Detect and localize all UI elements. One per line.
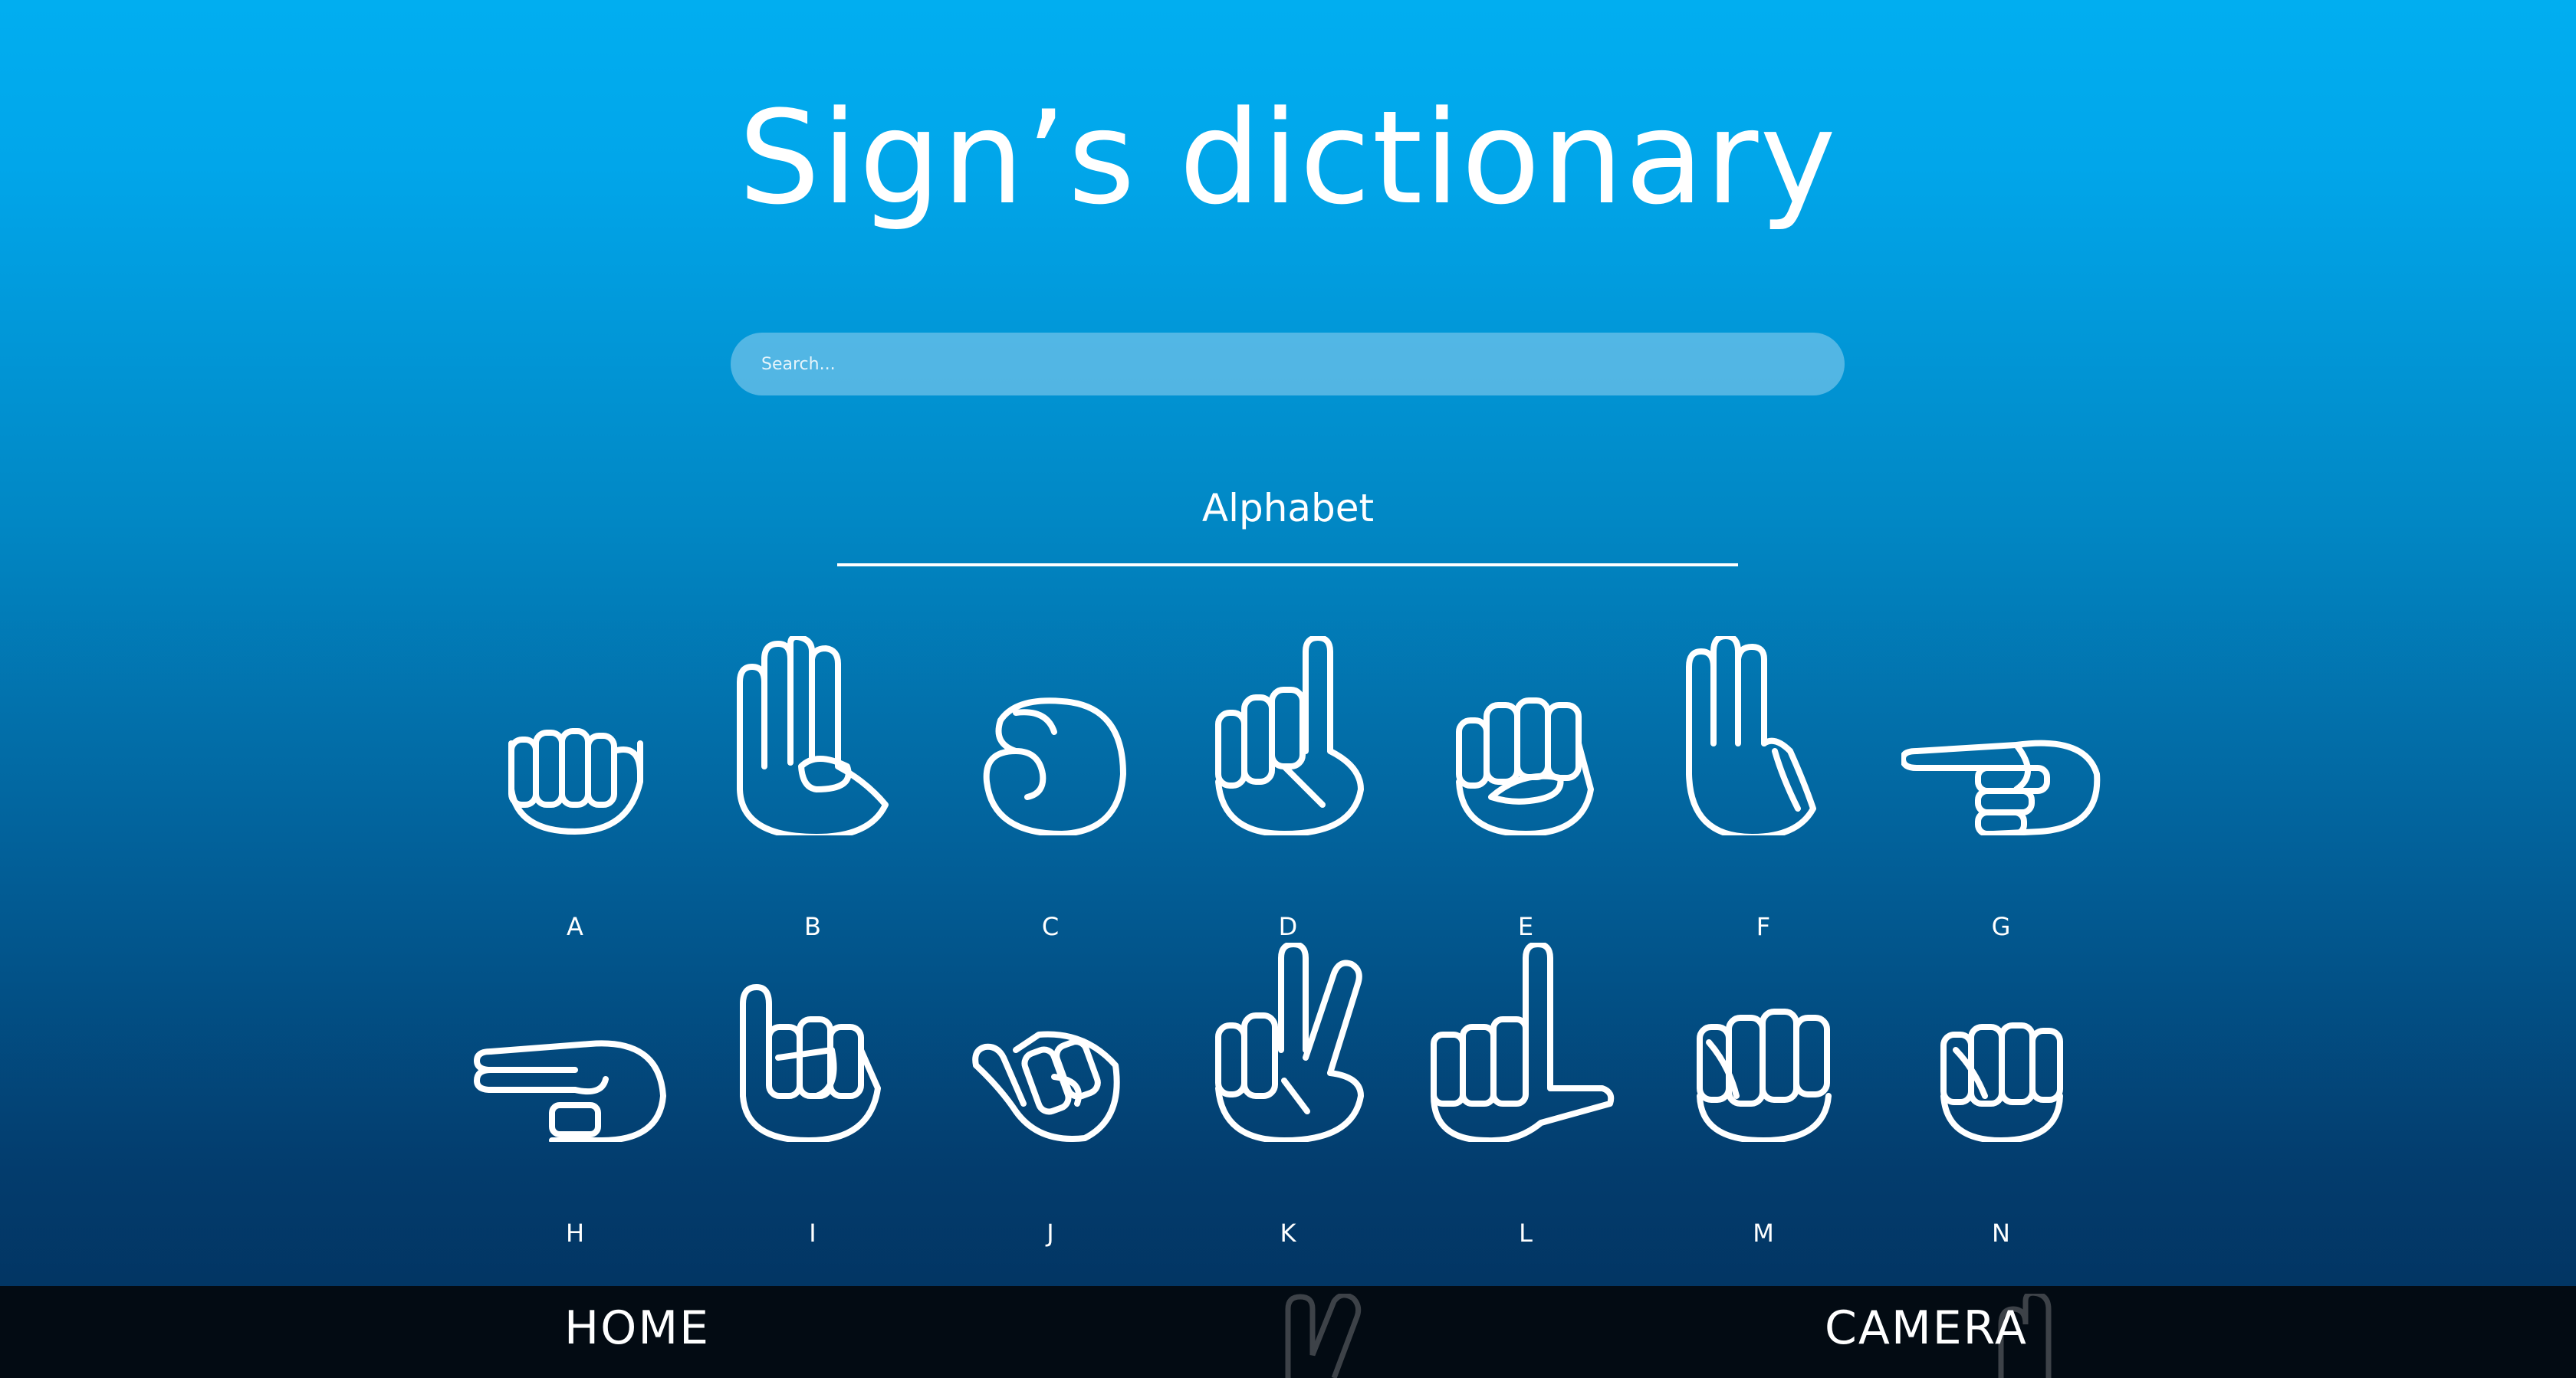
letter-label: D xyxy=(1278,912,1298,941)
letter-card-c[interactable]: C xyxy=(935,636,1165,941)
letter-card-l[interactable]: L xyxy=(1411,943,1641,1248)
letter-card-h[interactable]: H xyxy=(460,943,690,1248)
hand-sign-m-icon xyxy=(1697,1009,1832,1142)
letter-label: E xyxy=(1517,912,1534,941)
letter-card-m[interactable]: M xyxy=(1648,943,1878,1248)
hand-sign-h-icon xyxy=(474,1040,666,1142)
hand-sign-f-icon xyxy=(1686,636,1816,835)
hand-sign-k-icon xyxy=(1215,943,1364,1142)
letter-label: N xyxy=(1992,1219,2010,1248)
letter-label: J xyxy=(1046,1219,1054,1248)
letter-label: I xyxy=(809,1219,816,1248)
search-bar[interactable] xyxy=(731,333,1845,395)
alphabet-grid: A B C D E F G H I J K L M N xyxy=(460,636,2116,1248)
section-title: Alphabet xyxy=(1201,486,1375,530)
hand-sign-a-icon xyxy=(508,728,643,835)
letter-label: G xyxy=(1991,912,2011,941)
letter-card-n[interactable]: N xyxy=(1886,943,2116,1248)
letter-card-d[interactable]: D xyxy=(1173,636,1403,941)
nav-home[interactable]: HOME xyxy=(564,1301,710,1355)
alphabet-row: H I J K L M N xyxy=(460,943,2116,1248)
nav-camera[interactable]: CAMERA xyxy=(1825,1301,2028,1355)
hand-sign-c-icon xyxy=(983,697,1126,835)
hand-sign-g-icon xyxy=(1901,740,2101,835)
letter-card-a[interactable]: A xyxy=(460,636,690,941)
search-input[interactable] xyxy=(731,333,1845,395)
hand-sign-d-icon xyxy=(1215,636,1364,835)
letter-label: L xyxy=(1519,1219,1533,1248)
letter-label: C xyxy=(1041,912,1060,941)
letter-card-g[interactable]: G xyxy=(1886,636,2116,941)
letter-card-b[interactable]: B xyxy=(698,636,928,941)
letter-card-i[interactable]: I xyxy=(698,943,928,1248)
letter-label: B xyxy=(804,912,821,941)
letter-card-e[interactable]: E xyxy=(1411,636,1641,941)
letter-label: F xyxy=(1756,912,1771,941)
letter-card-j[interactable]: J xyxy=(935,943,1165,1248)
letter-card-k[interactable]: K xyxy=(1173,943,1403,1248)
hand-sign-j-icon xyxy=(972,1031,1120,1142)
hand-sign-i-icon xyxy=(740,984,881,1142)
hand-sign-e-icon xyxy=(1456,697,1594,835)
page-title: Sign’s dictionary xyxy=(738,83,1838,233)
letter-card-f[interactable]: F xyxy=(1648,636,1878,941)
alphabet-row: A B C D E F G xyxy=(460,636,2116,941)
section-divider xyxy=(837,563,1738,566)
hand-sign-n-icon xyxy=(1940,1022,2063,1142)
letter-label: A xyxy=(567,912,583,941)
hand-sign-l-icon xyxy=(1431,943,1615,1142)
letter-label: M xyxy=(1753,1219,1774,1248)
bottom-nav-bar: HOME CAMERA xyxy=(0,1286,2576,1378)
hand-sign-ghost-icon xyxy=(1285,1294,1362,1378)
hand-sign-b-icon xyxy=(737,636,889,835)
letter-label: H xyxy=(565,1219,585,1248)
letter-label: K xyxy=(1280,1219,1296,1248)
